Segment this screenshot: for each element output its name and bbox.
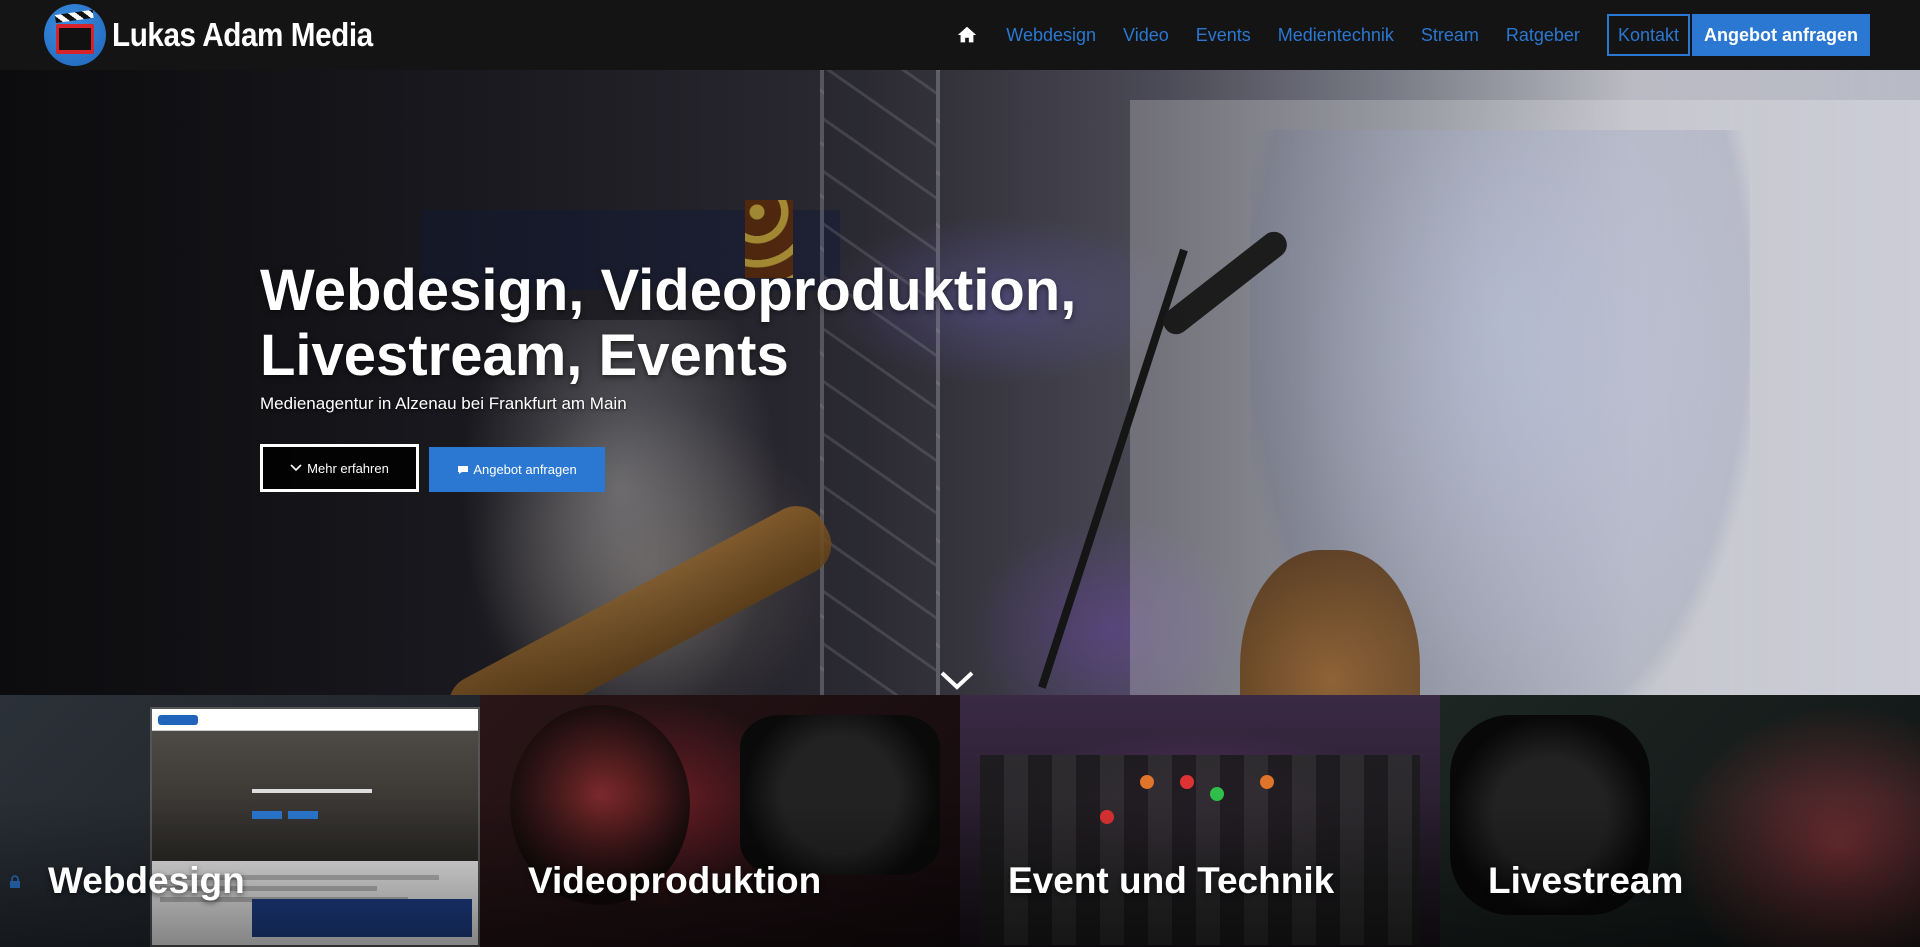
request-quote-button[interactable]: Angebot anfragen bbox=[1691, 14, 1870, 56]
hero-buttons: Mehr erfahren Angebot anfragen bbox=[260, 444, 1160, 492]
hero-request-quote-button[interactable]: Angebot anfragen bbox=[429, 447, 605, 492]
scroll-down-chevron-icon[interactable] bbox=[940, 670, 974, 690]
brand-logo-link[interactable]: Lukas Adam Media bbox=[44, 4, 402, 66]
hero-subtitle: Medienagentur in Alzenau bei Frankfurt a… bbox=[260, 394, 627, 413]
tile-event-und-technik-label: Event und Technik bbox=[1008, 860, 1335, 901]
hero-request-quote-label: Angebot anfragen bbox=[473, 462, 577, 477]
chat-icon bbox=[458, 465, 469, 474]
tile-event-und-technik[interactable]: Event und Technik bbox=[960, 695, 1440, 947]
home-icon[interactable] bbox=[956, 24, 978, 46]
hero-title: Webdesign, Videoproduktion, Livestream, … bbox=[260, 258, 1160, 388]
nav-link-webdesign[interactable]: Webdesign bbox=[1006, 25, 1096, 46]
nav-link-events[interactable]: Events bbox=[1196, 25, 1251, 46]
clapperboard-logo-icon bbox=[44, 4, 106, 66]
brand-name: Lukas Adam Media bbox=[112, 16, 373, 53]
hero-content: Webdesign, Videoproduktion, Livestream, … bbox=[260, 258, 1160, 492]
main-nav: Webdesign Video Events Medientechnik Str… bbox=[956, 14, 1870, 56]
tile-webdesign-label: Webdesign bbox=[48, 860, 245, 901]
tile-webdesign[interactable]: Webdesign bbox=[0, 695, 480, 947]
chevron-down-icon bbox=[290, 464, 302, 472]
nav-link-video[interactable]: Video bbox=[1123, 25, 1169, 46]
navbar: Lukas Adam Media Webdesign Video Events … bbox=[0, 0, 1920, 70]
service-tiles: Webdesign Videoproduktion Event und Tech… bbox=[0, 695, 1920, 947]
tile-livestream-label: Livestream bbox=[1488, 860, 1684, 901]
hero-title-line-1: Webdesign, Videoproduktion, bbox=[260, 258, 1077, 323]
learn-more-button[interactable]: Mehr erfahren bbox=[260, 444, 419, 492]
hero-section: Webdesign, Videoproduktion, Livestream, … bbox=[0, 70, 1920, 695]
learn-more-label: Mehr erfahren bbox=[307, 460, 389, 476]
hero-title-line-2: Livestream, Events bbox=[260, 323, 789, 388]
tile-videoproduktion-label: Videoproduktion bbox=[528, 860, 822, 901]
nav-link-medientechnik[interactable]: Medientechnik bbox=[1278, 25, 1394, 46]
nav-link-ratgeber[interactable]: Ratgeber bbox=[1506, 25, 1580, 46]
contact-button[interactable]: Kontakt bbox=[1606, 14, 1690, 56]
nav-link-stream[interactable]: Stream bbox=[1421, 25, 1479, 46]
tile-videoproduktion[interactable]: Videoproduktion bbox=[480, 695, 960, 947]
tile-livestream[interactable]: Livestream bbox=[1440, 695, 1920, 947]
